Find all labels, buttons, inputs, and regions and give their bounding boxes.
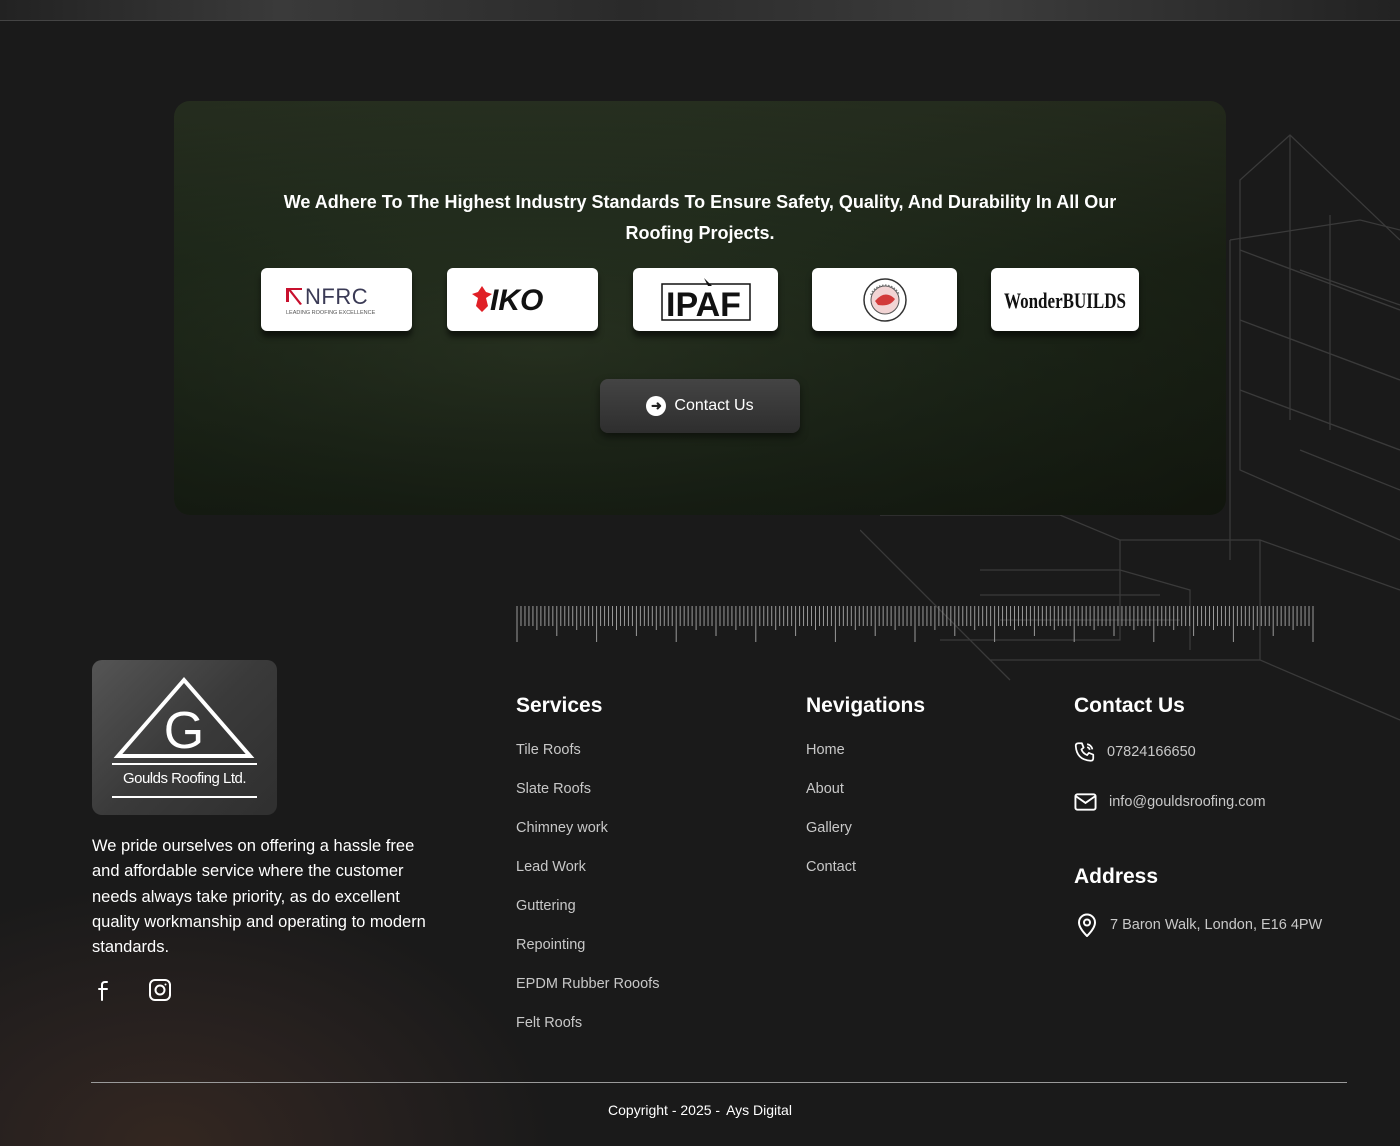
phone-row[interactable]: 07824166650 [1074, 741, 1196, 763]
footer-divider [91, 1082, 1347, 1083]
goulds-roofing-logo[interactable]: G Goulds Roofing Ltd. [92, 660, 277, 815]
confederation-roofing-contractors-logo [812, 268, 957, 331]
svg-text:LEADING ROOFING EXCELLENCE: LEADING ROOFING EXCELLENCE [286, 310, 376, 316]
copyright-text: Copyright - 2025 - [608, 1102, 721, 1118]
svg-text:IPAF: IPAF [666, 286, 741, 324]
email-row[interactable]: info@gouldsroofing.com [1074, 792, 1266, 812]
address-row: 7 Baron Walk, London, E16 4PW [1076, 913, 1322, 937]
standards-banner: We Adhere To The Highest Industry Standa… [174, 101, 1226, 515]
services-list: Tile Roofs Slate Roofs Chimney work Lead… [516, 741, 659, 1053]
services-item-guttering[interactable]: Guttering [516, 897, 659, 936]
goulds-roofing-emblem: G [112, 676, 257, 798]
location-pin-icon [1077, 913, 1097, 937]
nav-item-contact[interactable]: Contact [806, 858, 856, 897]
contact-us-button-label: Contact Us [674, 397, 754, 414]
navigations-list: Home About Gallery Contact [806, 741, 856, 897]
iko-logo: IKO [447, 268, 598, 331]
iko-logo-mark: IKO [471, 284, 543, 317]
top-image-strip [0, 0, 1400, 21]
ruler-decoration [516, 606, 1314, 642]
banner-heading: We Adhere To The Highest Industry Standa… [283, 192, 1117, 243]
ipaf-logo-mark: IPAF [660, 277, 751, 324]
phone-icon [1074, 742, 1095, 762]
ays-digital-link[interactable]: Ays Digital [726, 1102, 792, 1118]
nav-item-home[interactable]: Home [806, 741, 856, 780]
brand-name: Goulds Roofing Ltd. [122, 770, 247, 787]
services-item-repointing[interactable]: Repointing [516, 936, 659, 975]
services-item-felt-roofs[interactable]: Felt Roofs [516, 1014, 659, 1053]
address-line: 7 Baron Walk, London, E16 4PW [1110, 917, 1323, 933]
services-item-tile-roofs[interactable]: Tile Roofs [516, 741, 659, 780]
arrow-right-icon: ➜ [646, 396, 667, 416]
svg-text:IKO: IKO [490, 284, 543, 317]
nav-item-gallery[interactable]: Gallery [806, 819, 856, 858]
wonderbuilds-logo: WonderBUILDS [991, 268, 1139, 331]
wonderbuilds-logo-mark: WonderBUILDS [1004, 288, 1126, 313]
contact-us-button[interactable]: ➜ Contact Us [600, 379, 800, 433]
services-item-chimney-work[interactable]: Chimney work [516, 819, 659, 858]
nav-item-about[interactable]: About [806, 780, 856, 819]
phone-number: 07824166650 [1107, 744, 1196, 760]
brand-letter: G [164, 702, 204, 760]
copyright-bar: Copyright - 2025 - Ays Digital [0, 1102, 1400, 1118]
facebook-icon[interactable] [92, 978, 116, 1002]
contact-title: Contact Us [1074, 694, 1185, 717]
nfrc-logo: NFRC LEADING ROOFING EXCELLENCE [261, 268, 412, 331]
services-item-lead-work[interactable]: Lead Work [516, 858, 659, 897]
confederation-badge [862, 277, 907, 322]
mail-icon [1074, 793, 1097, 811]
svg-text:NFRC: NFRC [305, 284, 368, 309]
services-title: Services [516, 694, 603, 717]
about-text: We pride ourselves on offering a hassle … [92, 837, 426, 957]
ipaf-logo: IPAF [633, 268, 778, 331]
nfrc-logo-mark: NFRC LEADING ROOFING EXCELLENCE [285, 284, 376, 316]
services-item-slate-roofs[interactable]: Slate Roofs [516, 780, 659, 819]
navigations-title: Nevigations [806, 694, 926, 717]
instagram-icon[interactable] [148, 978, 172, 1002]
address-title: Address [1074, 865, 1159, 888]
email-address: info@gouldsroofing.com [1109, 794, 1266, 810]
services-item-epdm-rubber-roofs[interactable]: EPDM Rubber Rooofs [516, 975, 659, 1014]
svg-text:WonderBUILDS: WonderBUILDS [1004, 288, 1126, 313]
